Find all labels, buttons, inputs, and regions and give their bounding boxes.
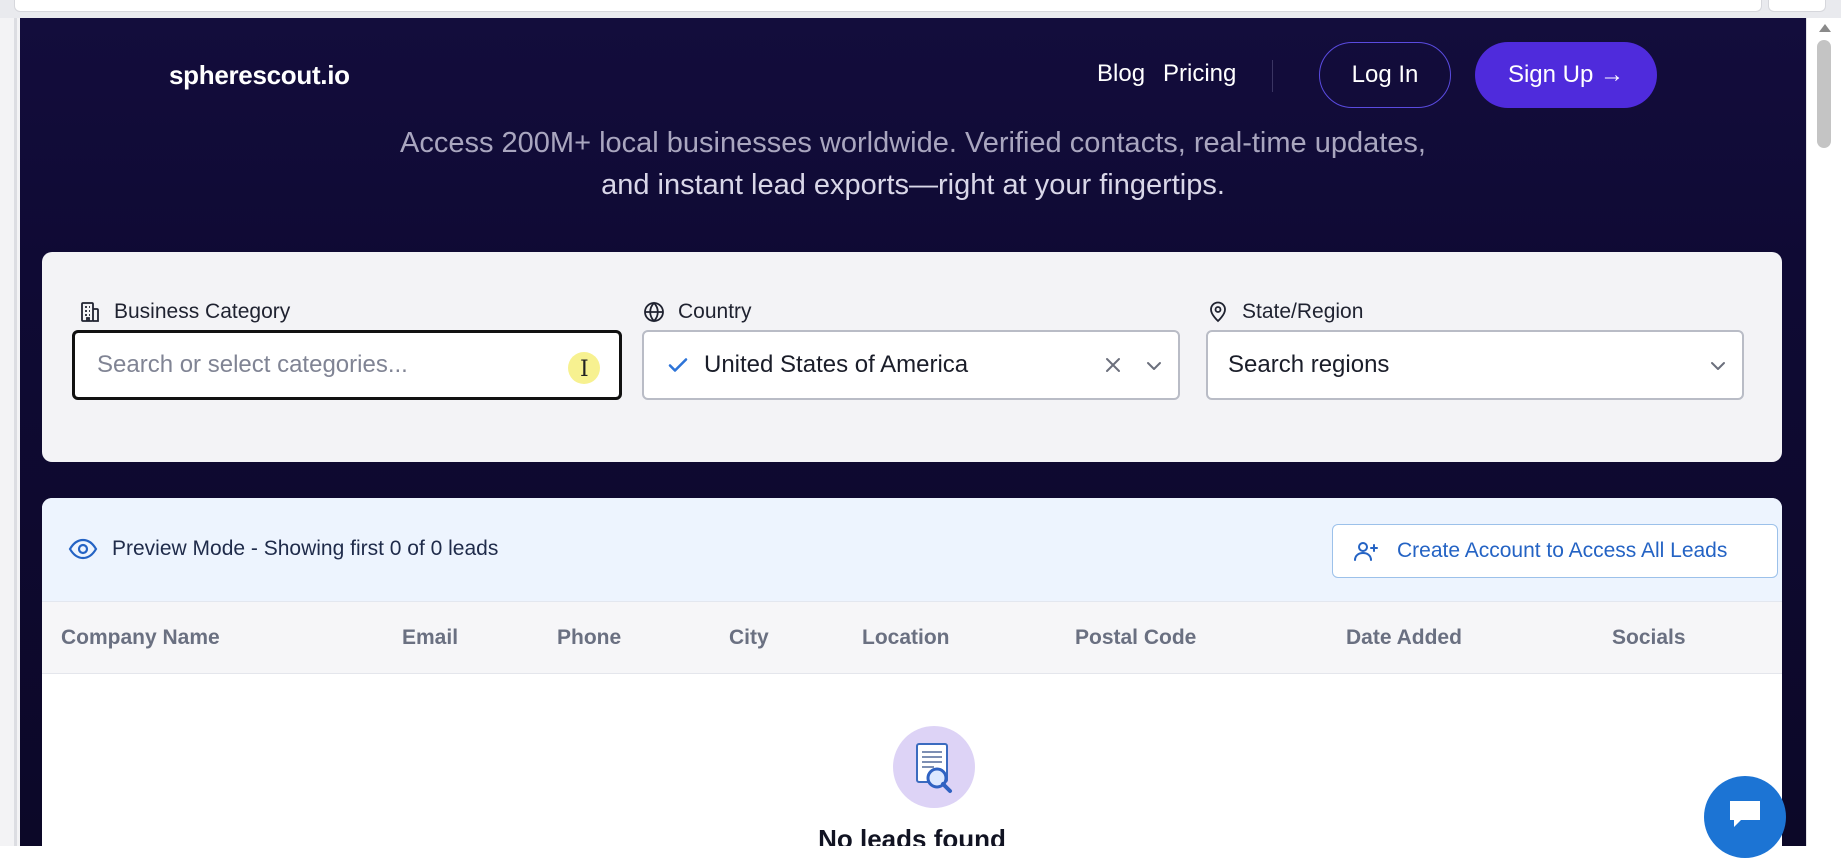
- category-label-text: Business Category: [114, 300, 291, 323]
- browser-top-bar: [0, 0, 1841, 18]
- region-select-placeholder: Search regions: [1228, 351, 1390, 378]
- eye-icon: [68, 538, 98, 560]
- page-viewport: spherescout.io Blog Pricing Log In Sign …: [20, 18, 1806, 846]
- nav-divider: [1272, 60, 1273, 92]
- scroll-up-icon[interactable]: [1819, 24, 1831, 32]
- check-icon: [668, 358, 688, 372]
- left-gutter: [0, 18, 20, 846]
- text-cursor-icon: I: [580, 357, 589, 382]
- create-account-label: Create Account to Access All Leads: [1397, 539, 1728, 562]
- country-label-text: Country: [678, 300, 752, 323]
- map-pin-icon: [1210, 301, 1226, 323]
- page-scrollbar[interactable]: [1806, 18, 1841, 846]
- create-account-button[interactable]: Create Account to Access All Leads: [1332, 524, 1778, 578]
- region-label: State/Region: [1206, 300, 1363, 324]
- column-header-phone[interactable]: Phone: [557, 626, 621, 650]
- login-button[interactable]: Log In: [1319, 42, 1451, 108]
- add-user-icon: [1354, 542, 1378, 561]
- column-header-location[interactable]: Location: [862, 626, 950, 650]
- preview-banner: Preview Mode - Showing first 0 of 0 lead…: [42, 498, 1782, 602]
- signup-button[interactable]: Sign Up →: [1475, 42, 1657, 108]
- results-card: Preview Mode - Showing first 0 of 0 lead…: [42, 498, 1782, 846]
- preview-status-text: Preview Mode - Showing first 0 of 0 lead…: [112, 537, 499, 560]
- column-header-postal-code[interactable]: Postal Code: [1075, 626, 1196, 650]
- site-logo[interactable]: spherescout.io: [169, 60, 350, 91]
- region-select[interactable]: Search regions: [1206, 330, 1744, 400]
- hero-subtitle-line-1: Access 200M+ local businesses worldwide.…: [400, 127, 1426, 159]
- nav-link-blog[interactable]: Blog: [1097, 60, 1145, 88]
- browser-tab-extra: [1768, 0, 1826, 12]
- country-selected-value: United States of America: [704, 351, 969, 378]
- column-header-email[interactable]: Email: [402, 626, 458, 650]
- browser-tab-strip: [14, 0, 1762, 12]
- search-filter-card: Business Category I Country United State…: [42, 252, 1782, 462]
- clear-icon[interactable]: [1102, 354, 1124, 376]
- category-label: Business Category: [78, 300, 290, 324]
- building-icon: [81, 302, 99, 322]
- preview-status: Preview Mode - Showing first 0 of 0 lead…: [68, 537, 498, 561]
- globe-icon: [644, 301, 664, 323]
- hero-subtitle-line-2: and instant lead exports—right at your f…: [601, 169, 1225, 201]
- column-header-socials[interactable]: Socials: [1612, 626, 1686, 650]
- column-header-company[interactable]: Company Name: [61, 626, 220, 650]
- category-search-field[interactable]: I: [72, 330, 622, 400]
- category-search-input[interactable]: [75, 351, 555, 379]
- column-header-city[interactable]: City: [729, 626, 769, 650]
- top-navigation: spherescout.io Blog Pricing Log In Sign …: [20, 18, 1806, 130]
- region-label-text: State/Region: [1242, 300, 1364, 323]
- empty-state-title: No leads found: [818, 824, 1006, 846]
- chevron-down-icon[interactable]: [1144, 356, 1164, 376]
- column-header-date-added[interactable]: Date Added: [1346, 626, 1462, 650]
- document-search-icon: [893, 726, 975, 808]
- scrollbar-thumb[interactable]: [1817, 40, 1831, 148]
- nav-link-pricing[interactable]: Pricing: [1163, 60, 1236, 88]
- table-body: No leads found: [42, 674, 1782, 846]
- country-select[interactable]: United States of America: [642, 330, 1180, 400]
- table-header: Company Name Email Phone City Location P…: [42, 602, 1782, 674]
- chat-icon: [1730, 801, 1760, 827]
- chevron-down-icon[interactable]: [1708, 356, 1728, 376]
- hero-subtitle: Access 200M+ local businesses worldwide.…: [20, 122, 1806, 206]
- country-label: Country: [642, 300, 752, 324]
